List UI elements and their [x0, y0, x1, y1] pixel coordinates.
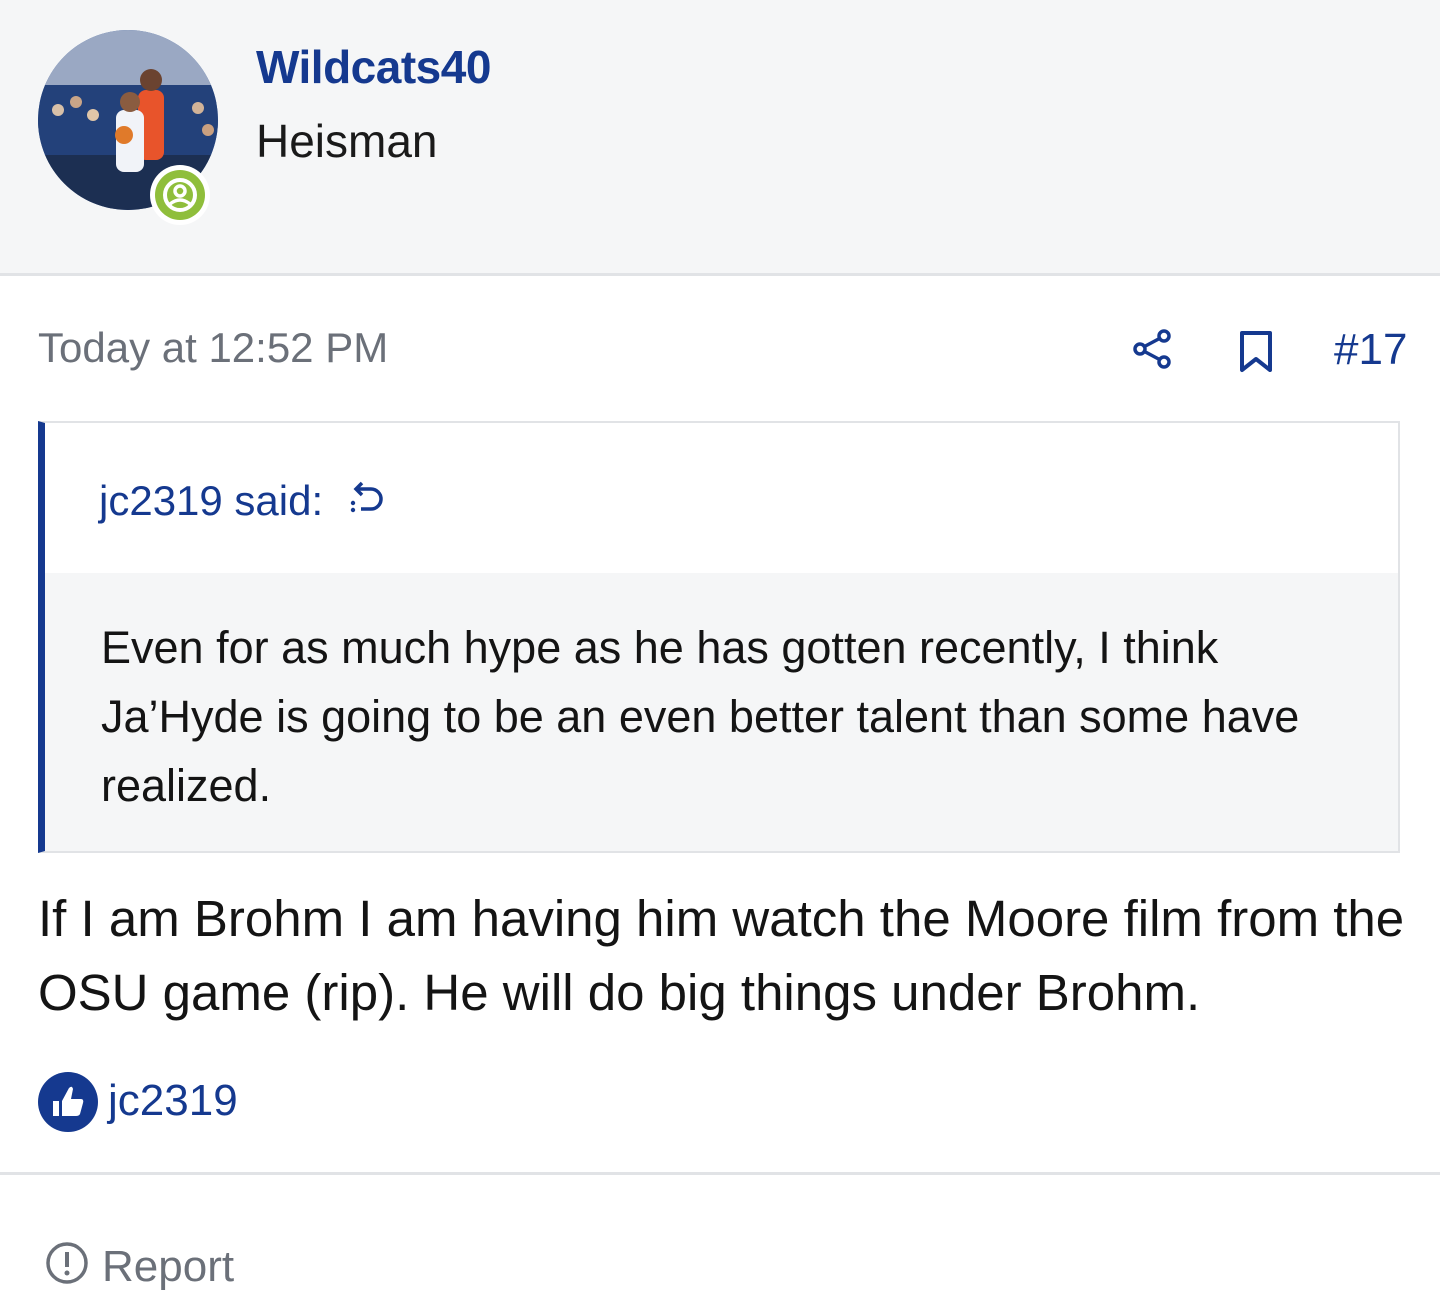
username-link[interactable]: Wildcats40 [256, 40, 491, 94]
post-author-header: Wildcats40 Heisman [0, 0, 1440, 276]
divider [0, 1172, 1440, 1175]
post-number-link[interactable]: #17 [1334, 325, 1407, 375]
post-date[interactable]: Today at 12:52 PM [38, 324, 388, 372]
quote-body: Even for as much hype as he has gotten r… [45, 573, 1398, 851]
user-title: Heisman [256, 115, 438, 167]
thumbs-up-icon[interactable] [38, 1072, 98, 1132]
bookmark-icon[interactable] [1238, 330, 1274, 379]
quote-text: Even for as much hype as he has gotten r… [101, 622, 1300, 811]
share-icon[interactable] [1132, 328, 1174, 375]
report-label: Report [102, 1242, 235, 1291]
jump-to-quote-icon[interactable] [347, 479, 387, 524]
reaction-user-link[interactable]: jc2319 [108, 1076, 238, 1126]
quote-author-link[interactable]: jc2319 said: [99, 477, 323, 525]
alert-circle-icon [44, 1240, 90, 1291]
online-user-icon [150, 165, 210, 225]
quote-block: jc2319 said: Even for as much hype as he… [38, 421, 1400, 853]
quote-header: jc2319 said: [45, 423, 1398, 573]
post-message: If I am Brohm I am having him watch the … [38, 890, 1405, 1021]
